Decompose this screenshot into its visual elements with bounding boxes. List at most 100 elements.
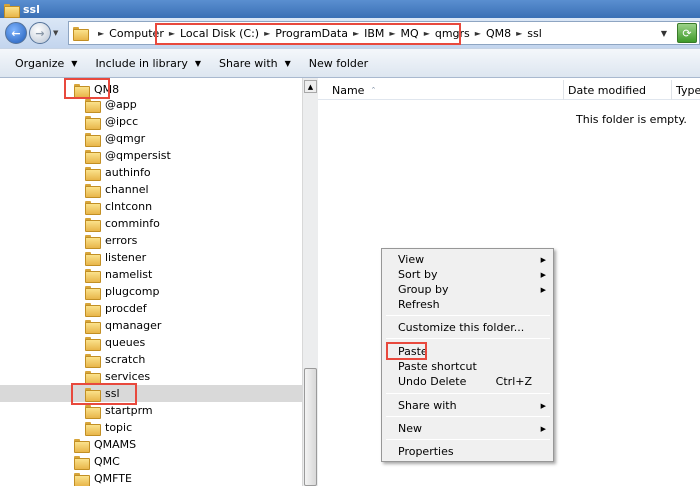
menu-item-sort-by[interactable]: Sort by ▶	[384, 267, 552, 282]
menu-item-paste-shortcut[interactable]: Paste shortcut	[384, 359, 552, 374]
folder-icon	[85, 115, 101, 130]
chevron-right-icon[interactable]: ►	[169, 29, 175, 38]
sort-ascending-icon: ⌃	[370, 86, 377, 94]
forward-button[interactable]: →	[29, 22, 51, 44]
folder-icon	[85, 370, 101, 385]
breadcrumb-qmgrs[interactable]: qmgrs	[435, 27, 470, 40]
tree-item-queues[interactable]: queues	[85, 334, 145, 351]
folder-icon	[85, 251, 101, 266]
scrollbar-thumb[interactable]	[304, 368, 317, 486]
tree-item-authinfo[interactable]: authinfo	[85, 164, 151, 181]
chevron-right-icon[interactable]: ►	[389, 29, 395, 38]
keyboard-shortcut: Ctrl+Z	[495, 375, 532, 388]
share-with-button[interactable]: Share with ▼	[219, 57, 291, 70]
folder-icon	[74, 455, 90, 470]
tree-item-label: qmanager	[105, 319, 162, 332]
menu-item-undo-delete[interactable]: Undo Delete Ctrl+Z	[384, 374, 552, 389]
menu-item-paste[interactable]: Paste	[384, 344, 552, 359]
chevron-right-icon[interactable]: ►	[516, 29, 522, 38]
recent-pages-dropdown[interactable]: ▼	[53, 29, 63, 37]
new-folder-label: New folder	[308, 56, 369, 70]
tree-item-qmpersist[interactable]: @qmpersist	[85, 147, 171, 164]
tree-item-app[interactable]: @app	[85, 96, 137, 113]
menu-item-share-with[interactable]: Share with ▶	[384, 398, 552, 413]
tree-item-comminfo[interactable]: comminfo	[85, 215, 160, 232]
tree-item-label: ssl	[105, 387, 120, 400]
folder-icon	[85, 200, 101, 215]
menu-item-new[interactable]: New ▶	[384, 421, 552, 436]
submenu-arrow-icon: ▶	[540, 424, 546, 433]
tree-item-qmgr[interactable]: @qmgr	[85, 130, 145, 147]
tree-item-ipcc[interactable]: @ipcc	[85, 113, 138, 130]
menu-separator	[386, 393, 550, 394]
chevron-right-icon[interactable]: ►	[475, 29, 481, 38]
tree-item-startprm[interactable]: startprm	[85, 402, 153, 419]
chevron-right-icon[interactable]: ►	[353, 29, 359, 38]
menu-item-label: Customize this folder...	[398, 321, 525, 334]
column-type-label: Type	[676, 83, 700, 97]
tree-item-qmams[interactable]: QMAMS	[74, 436, 136, 453]
folder-icon	[85, 183, 101, 198]
folder-icon	[85, 319, 101, 334]
back-button[interactable]: ←	[5, 22, 27, 44]
submenu-arrow-icon: ▶	[540, 255, 546, 264]
tree-item-listener[interactable]: listener	[85, 249, 146, 266]
chevron-right-icon[interactable]: ►	[98, 29, 104, 38]
tree-item-scratch[interactable]: scratch	[85, 351, 145, 368]
tree-item-topic[interactable]: topic	[85, 419, 132, 436]
scroll-up-arrow-icon[interactable]: ▲	[304, 80, 317, 93]
tree-item-namelist[interactable]: namelist	[85, 266, 152, 283]
include-in-library-button[interactable]: Include in library ▼	[95, 57, 201, 70]
tree-item-errors[interactable]: errors	[85, 232, 137, 249]
tree-item-label: @qmpersist	[105, 149, 171, 162]
menu-item-group-by[interactable]: Group by ▶	[384, 282, 552, 297]
tree-scrollbar[interactable]: ▲	[302, 78, 318, 486]
tree-item-label: topic	[105, 421, 133, 434]
column-header-date-modified[interactable]: Date modified	[564, 80, 672, 100]
folder-icon	[85, 234, 101, 249]
column-name-label: Name	[332, 83, 365, 97]
folder-icon	[85, 336, 101, 351]
submenu-arrow-icon: ▶	[540, 401, 546, 410]
organize-button[interactable]: Organize ▼	[15, 57, 77, 70]
menu-item-properties[interactable]: Properties	[384, 444, 552, 459]
menu-item-refresh[interactable]: Refresh	[384, 297, 552, 312]
organize-label: Organize	[15, 56, 65, 70]
tree-item-qmanager[interactable]: qmanager	[85, 317, 161, 334]
tree-item-qmc[interactable]: QMC	[74, 453, 120, 470]
submenu-arrow-icon: ▶	[540, 285, 546, 294]
chevron-right-icon[interactable]: ►	[424, 29, 430, 38]
menu-item-view[interactable]: View ▶	[384, 252, 552, 267]
address-bar[interactable]: ► Computer ► Local Disk (C:) ► ProgramDa…	[68, 21, 700, 45]
command-toolbar: Organize ▼ Include in library ▼ Share wi…	[0, 48, 700, 78]
breadcrumb-mq[interactable]: MQ	[401, 27, 419, 40]
tree-item-procdef[interactable]: procdef	[85, 300, 147, 317]
menu-item-label: Share with	[398, 399, 457, 412]
chevron-right-icon[interactable]: ►	[264, 29, 270, 38]
column-header-type[interactable]: Type	[672, 80, 700, 100]
breadcrumb-computer[interactable]: Computer	[109, 27, 164, 40]
folder-icon	[85, 353, 101, 368]
breadcrumb-ibm[interactable]: IBM	[364, 27, 384, 40]
breadcrumb-qm8[interactable]: QM8	[486, 27, 511, 40]
address-history-dropdown[interactable]: ▼	[661, 29, 667, 38]
tree-item-ssl[interactable]: ssl	[0, 385, 302, 402]
refresh-icon[interactable]: ⟳	[677, 23, 697, 43]
tree-item-qmfte[interactable]: QMFTE	[74, 470, 132, 486]
tree-item-plugcomp[interactable]: plugcomp	[85, 283, 159, 300]
title-bar: ssl	[0, 0, 700, 18]
column-date-label: Date modified	[568, 83, 646, 97]
column-header-name[interactable]: Name ⌃	[318, 80, 564, 100]
tree-item-clntconn[interactable]: clntconn	[85, 198, 152, 215]
breadcrumb-programdata[interactable]: ProgramData	[275, 27, 348, 40]
tree-item-label: channel	[105, 183, 149, 196]
empty-folder-message: This folder is empty.	[576, 113, 687, 126]
tree-item-services[interactable]: services	[85, 368, 150, 385]
folder-icon	[85, 387, 101, 402]
breadcrumb-ssl[interactable]: ssl	[527, 27, 542, 40]
menu-item-customize-folder[interactable]: Customize this folder...	[384, 320, 552, 335]
new-folder-button[interactable]: New folder	[309, 57, 368, 70]
tree-item-channel[interactable]: channel	[85, 181, 149, 198]
folder-icon	[74, 438, 90, 453]
breadcrumb-local-disk[interactable]: Local Disk (C:)	[180, 27, 259, 40]
